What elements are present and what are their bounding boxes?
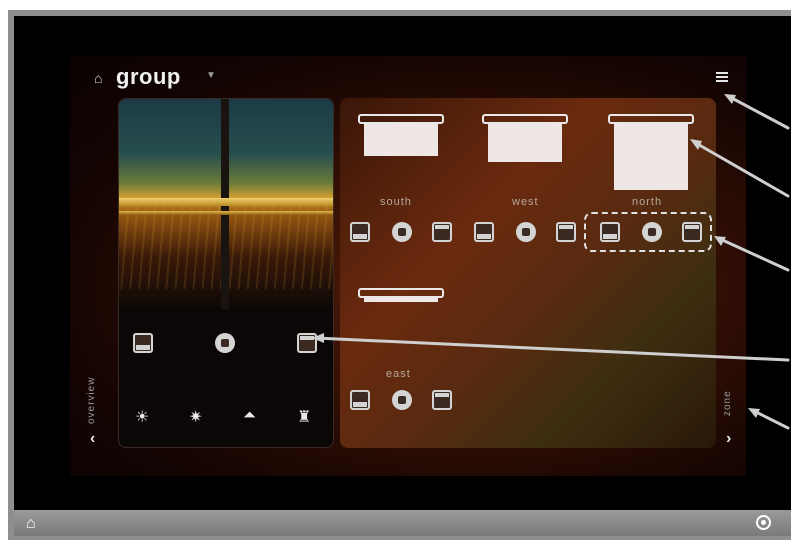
zone-panel: south west north east xyxy=(340,98,716,448)
zone-label-east: east xyxy=(386,368,411,380)
stop-button[interactable] xyxy=(215,333,235,353)
window-scene-image xyxy=(119,99,333,309)
overview-label[interactable]: overview xyxy=(86,377,97,424)
west-close-button[interactable] xyxy=(556,222,576,242)
bottom-bar: ⌂ xyxy=(14,510,791,536)
west-open-button[interactable] xyxy=(474,222,494,242)
open-button[interactable] xyxy=(133,333,153,353)
device-frame: ⌂ group ▼ ☀ ✷ ⏶ ♜ overview ‹ south west … xyxy=(0,0,791,540)
east-close-button[interactable] xyxy=(432,390,452,410)
dining-icon[interactable]: ⏶ xyxy=(243,407,256,425)
sunset-icon[interactable]: ✷ xyxy=(189,407,202,427)
shade-control-stage: ⌂ group ▼ ☀ ✷ ⏶ ♜ overview ‹ south west … xyxy=(70,56,746,476)
west-stop-button[interactable] xyxy=(516,222,536,242)
home-icon[interactable]: ⌂ xyxy=(94,70,102,86)
chevron-right-icon[interactable]: › xyxy=(726,430,731,448)
shade-south[interactable] xyxy=(358,114,444,160)
shade-north[interactable] xyxy=(608,114,694,194)
window-sill xyxy=(119,211,333,215)
zone-label-south: south xyxy=(380,196,412,208)
sunrise-icon[interactable]: ☀ xyxy=(135,407,149,427)
hamburger-menu-icon[interactable] xyxy=(716,72,728,82)
scene-panel: ☀ ✷ ⏶ ♜ xyxy=(118,98,334,448)
shade-west[interactable] xyxy=(482,114,568,162)
home-icon[interactable]: ⌂ xyxy=(26,515,36,533)
wine-icon[interactable]: ♜ xyxy=(297,407,311,427)
caret-down-icon[interactable]: ▼ xyxy=(206,70,216,81)
scene-icons: ☀ ✷ ⏶ ♜ xyxy=(119,405,333,431)
east-stop-button[interactable] xyxy=(392,390,412,410)
zone-label-north: north xyxy=(632,196,663,208)
north-stop-button[interactable] xyxy=(642,222,662,242)
group-title[interactable]: group xyxy=(116,64,181,90)
target-icon[interactable] xyxy=(756,515,771,530)
zone-label-west: west xyxy=(512,196,539,208)
window-mullion-horizontal xyxy=(119,198,333,206)
zone-nav-label[interactable]: zone xyxy=(722,390,733,416)
south-stop-button[interactable] xyxy=(392,222,412,242)
south-open-button[interactable] xyxy=(350,222,370,242)
north-open-button[interactable] xyxy=(600,222,620,242)
south-close-button[interactable] xyxy=(432,222,452,242)
north-close-button[interactable] xyxy=(682,222,702,242)
east-open-button[interactable] xyxy=(350,390,370,410)
close-button[interactable] xyxy=(297,333,317,353)
screen: ⌂ group ▼ ☀ ✷ ⏶ ♜ overview ‹ south west … xyxy=(14,16,791,510)
shade-east[interactable] xyxy=(358,288,444,306)
chevron-left-icon[interactable]: ‹ xyxy=(90,430,95,448)
